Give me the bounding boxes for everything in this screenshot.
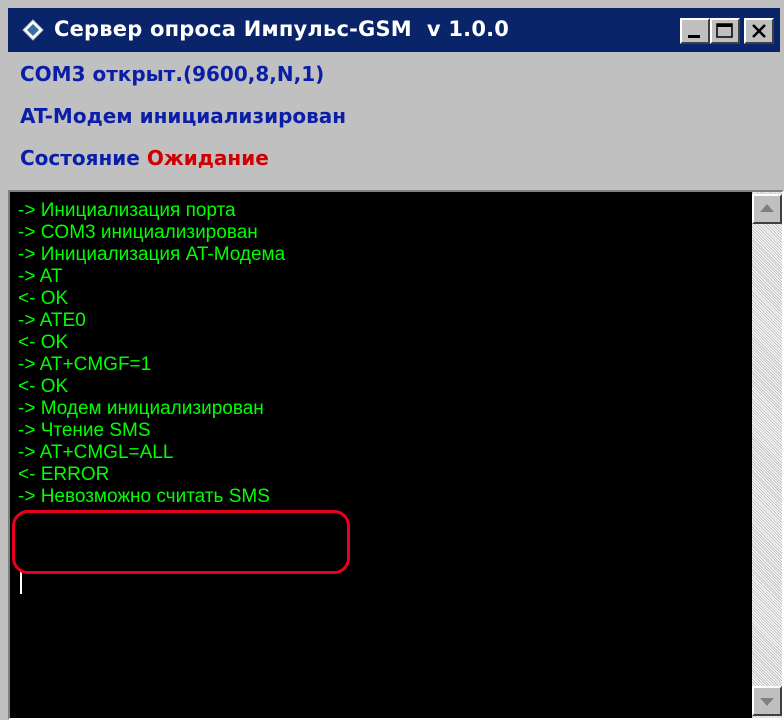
- state-value: Ожидание: [146, 146, 269, 170]
- log-line: -> Чтение SMS: [18, 420, 151, 441]
- scroll-down-button[interactable]: [752, 686, 782, 716]
- log-line: <- OK: [18, 332, 69, 353]
- log-panel[interactable]: -> Инициализация порта -> COM3 инициализ…: [8, 190, 784, 720]
- log-lines: -> Инициализация порта -> COM3 инициализ…: [18, 200, 285, 508]
- vertical-scrollbar[interactable]: [752, 192, 782, 718]
- log-line: -> AT+CMGF=1: [18, 354, 152, 375]
- state-line: Состояние Ожидание: [20, 144, 269, 172]
- log-line: -> AT: [18, 266, 63, 287]
- minimize-icon: [688, 35, 700, 38]
- arrow-up-icon: [760, 204, 774, 212]
- arrow-down-icon: [760, 698, 774, 706]
- log-line: -> COM3 инициализирован: [18, 222, 258, 243]
- log-line: <- OK: [18, 288, 69, 309]
- minimize-button[interactable]: [680, 18, 710, 44]
- log-line: -> Модем инициализирован: [18, 398, 264, 419]
- error-highlight-outline: [12, 510, 350, 574]
- state-label: Состояние: [20, 146, 147, 170]
- maximize-button[interactable]: [710, 18, 740, 44]
- log-line: -> AT+CMGL=ALL: [18, 442, 174, 463]
- log-line: <- OK: [18, 376, 69, 397]
- log-text-area[interactable]: -> Инициализация порта -> COM3 инициализ…: [10, 192, 752, 718]
- log-line: -> Инициализация AT-Модема: [18, 244, 286, 265]
- log-line-error-detail: -> Невозможно считать SMS: [18, 486, 270, 507]
- diamond-icon: [22, 19, 44, 41]
- modem-status: AT-Модем инициализирован: [20, 104, 347, 128]
- log-line: -> Инициализация порта: [18, 200, 236, 221]
- title-bar[interactable]: Сервер опроса Импульс-GSM v 1.0.0: [8, 8, 780, 52]
- maximize-icon: [716, 23, 733, 38]
- close-button[interactable]: [744, 18, 774, 44]
- port-status: COM3 открыт.(9600,8,N,1): [20, 62, 325, 86]
- log-line-error: <- ERROR: [18, 464, 110, 485]
- scroll-up-button[interactable]: [752, 194, 782, 224]
- app-window: Сервер опроса Импульс-GSM v 1.0.0 COM3 о…: [0, 0, 784, 720]
- text-caret: [20, 572, 22, 594]
- close-icon: [752, 24, 766, 38]
- log-line: -> ATE0: [18, 310, 86, 331]
- window-title: Сервер опроса Импульс-GSM v 1.0.0: [54, 17, 510, 41]
